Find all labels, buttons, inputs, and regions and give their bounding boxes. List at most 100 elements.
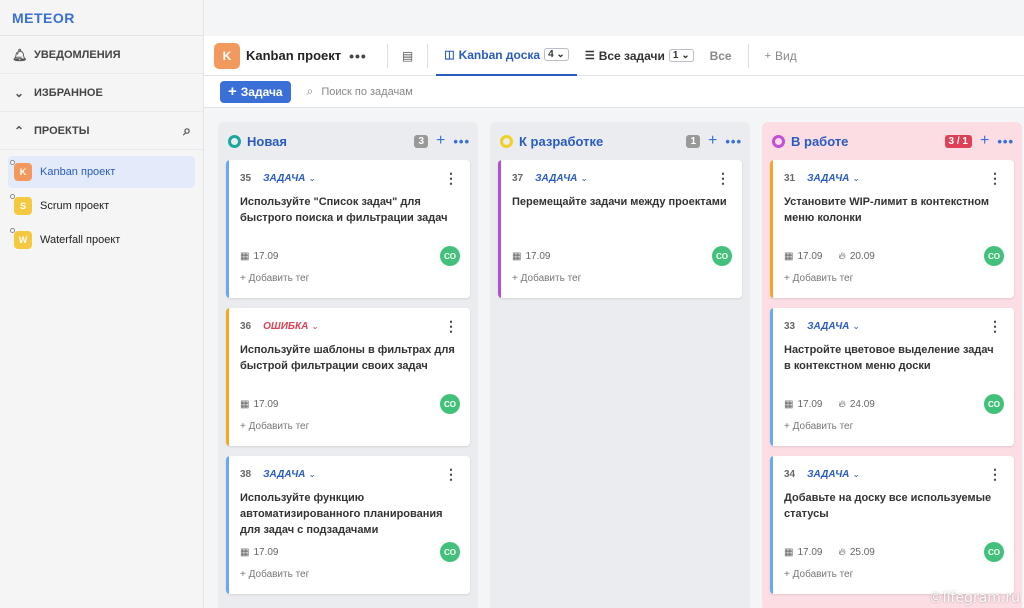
chevron-down-icon[interactable]: ⌄ — [852, 321, 860, 332]
task-card[interactable]: 36 ОШИБКА ⌄ ⋮ Используйте шаблоны в филь… — [226, 308, 470, 446]
column-menu-icon[interactable]: ••• — [453, 134, 470, 149]
sidebar-item-waterfall[interactable]: W Waterfall проект — [8, 224, 195, 256]
sidebar-projects[interactable]: ⌃ Проекты ⌕ — [0, 112, 203, 150]
favorites-label: Избранное — [34, 86, 103, 99]
chevron-down-icon[interactable]: ⌄ — [852, 173, 860, 184]
task-type[interactable]: ЗАДАЧА — [807, 469, 849, 480]
task-type[interactable]: ОШИБКА — [263, 321, 308, 332]
task-card[interactable]: 31 ЗАДАЧА ⌄ ⋮ Установите WIP-лимит в кон… — [770, 160, 1014, 298]
avatar[interactable]: CO — [440, 394, 460, 414]
add-card-icon[interactable]: + — [436, 132, 445, 150]
task-type[interactable]: ЗАДАЧА — [263, 173, 305, 184]
sidebar-item-scrum[interactable]: S Scrum проект — [8, 190, 195, 222]
chevron-down-icon[interactable]: ⌄ — [852, 469, 860, 480]
divider — [427, 43, 429, 68]
card-menu-icon[interactable]: ⋮ — [444, 170, 458, 187]
card-menu-icon[interactable]: ⋮ — [444, 318, 458, 335]
task-type[interactable]: ЗАДАЧА — [807, 321, 849, 332]
add-tag-link[interactable]: + Добавить тег — [512, 273, 581, 284]
add-tag-link[interactable]: + Добавить тег — [784, 569, 853, 580]
tab-count-dropdown[interactable]: 4 ⌄ — [544, 48, 569, 61]
tab-all[interactable]: Все — [702, 36, 740, 76]
task-card[interactable]: 37 ЗАДАЧА ⌄ ⋮ Перемещайте задачи между п… — [498, 160, 742, 298]
calendar-icon: ▦ — [512, 250, 522, 262]
bell-icon: 🔔︎ — [12, 47, 28, 62]
task-type[interactable]: ЗАДАЧА — [807, 173, 849, 184]
add-tag-link[interactable]: + Добавить тег — [240, 273, 309, 284]
board-column-in-progress: В работе 3 / 1 + ••• 31 ЗАДАЧА ⌄ ⋮ Устан… — [762, 122, 1022, 608]
task-date: 17.09 — [525, 250, 551, 262]
sidebar-notifications[interactable]: 🔔︎ Уведомления — [0, 36, 203, 74]
plus-icon: + — [228, 83, 237, 100]
chevron-down-icon[interactable]: ⌄ — [308, 469, 316, 480]
status-ring-icon — [228, 134, 241, 148]
drag-handle-icon[interactable] — [10, 228, 15, 233]
card-menu-icon[interactable]: ⋮ — [988, 466, 1002, 483]
sidebar-favorites[interactable]: ⌄ Избранное — [0, 74, 203, 112]
add-tag-link[interactable]: + Добавить тег — [240, 569, 309, 580]
tab-count-dropdown[interactable]: 1 ⌄ — [668, 49, 694, 62]
column-count: 3 — [414, 134, 428, 148]
column-menu-icon[interactable]: ••• — [725, 134, 742, 149]
drag-handle-icon[interactable] — [10, 160, 15, 165]
add-task-button[interactable]: + Задача — [220, 80, 291, 103]
task-deadline: 20.09 — [849, 250, 875, 262]
plus-icon: + — [764, 49, 772, 62]
task-type[interactable]: ЗАДАЧА — [535, 173, 577, 184]
task-type[interactable]: ЗАДАЧА — [263, 469, 305, 480]
chevron-down-icon[interactable]: ⌄ — [308, 173, 316, 184]
avatar[interactable]: CO — [984, 542, 1004, 562]
column-menu-icon[interactable]: ••• — [997, 134, 1014, 149]
action-bar: + Задача ⌕ Поиск по задачам — [204, 76, 1024, 108]
tab-label: Вид — [775, 48, 797, 63]
task-card[interactable]: 38 ЗАДАЧА ⌄ ⋮ Используйте функцию автома… — [226, 456, 470, 594]
column-count: 1 — [686, 134, 700, 148]
task-title: Настройте цветовое выделение задач в кон… — [784, 344, 994, 372]
chevron-down-icon: ⌄ — [13, 85, 25, 100]
add-tag-link[interactable]: + Добавить тег — [784, 421, 853, 432]
search-input[interactable]: Поиск по задачам — [321, 86, 413, 98]
card-color-bar — [226, 308, 229, 446]
sidebar-item-kanban[interactable]: K Kanban проект — [8, 156, 195, 188]
task-title: Используйте шаблоны в фильтрах для быстр… — [240, 344, 455, 372]
chevron-down-icon[interactable]: ⌄ — [580, 173, 588, 184]
card-menu-icon[interactable]: ⋮ — [444, 466, 458, 483]
task-card[interactable]: 34 ЗАДАЧА ⌄ ⋮ Добавьте на доску все испо… — [770, 456, 1014, 594]
tab-kanban-board[interactable]: ◫ Kanban доска 4 ⌄ — [436, 36, 577, 76]
card-menu-icon[interactable]: ⋮ — [716, 170, 730, 187]
divider — [747, 43, 749, 68]
task-card[interactable]: 35 ЗАДАЧА ⌄ ⋮ Используйте "Список задач"… — [226, 160, 470, 298]
task-id: 38 — [240, 468, 252, 480]
avatar[interactable]: CO — [984, 246, 1004, 266]
add-view-button[interactable]: + Вид — [757, 36, 805, 76]
sidebar: METEOR 🔔︎ Уведомления ⌄ Избранное ⌃ Прое… — [0, 0, 204, 608]
add-card-icon[interactable]: + — [708, 132, 717, 150]
avatar[interactable]: CO — [984, 394, 1004, 414]
project-badge: K — [214, 42, 240, 69]
task-date: 17.09 — [797, 546, 823, 558]
column-header: К разработке 1 + ••• — [498, 122, 742, 160]
add-card-icon[interactable]: + — [980, 132, 989, 150]
more-icon[interactable]: ••• — [349, 48, 367, 64]
project-settings-icon[interactable]: ▤ — [396, 49, 419, 63]
project-label: Waterfall проект — [40, 234, 121, 246]
drag-handle-icon[interactable] — [10, 194, 15, 199]
tab-all-tasks[interactable]: ☰ Все задачи 1 ⌄ — [577, 36, 702, 76]
avatar[interactable]: CO — [440, 542, 460, 562]
task-id: 37 — [512, 172, 524, 184]
column-header: В работе 3 / 1 + ••• — [770, 122, 1014, 160]
add-tag-link[interactable]: + Добавить тег — [240, 421, 309, 432]
avatar[interactable]: CO — [712, 246, 732, 266]
chevron-down-icon[interactable]: ⌄ — [311, 321, 319, 332]
card-menu-icon[interactable]: ⋮ — [988, 170, 1002, 187]
task-id: 35 — [240, 172, 252, 184]
task-title: Установите WIP-лимит в контекстном меню … — [784, 196, 990, 224]
card-menu-icon[interactable]: ⋮ — [988, 318, 1002, 335]
task-card[interactable]: 33 ЗАДАЧА ⌄ ⋮ Настройте цветовое выделен… — [770, 308, 1014, 446]
app-logo: METEOR — [0, 0, 203, 36]
avatar[interactable]: CO — [440, 246, 460, 266]
add-tag-link[interactable]: + Добавить тег — [784, 273, 853, 284]
task-search[interactable]: ⌕ Поиск по задачам — [307, 84, 413, 99]
search-icon[interactable]: ⌕ — [183, 122, 191, 139]
project-header: K Kanban проект ••• ▤ ◫ Kanban доска 4 ⌄… — [204, 36, 1024, 76]
